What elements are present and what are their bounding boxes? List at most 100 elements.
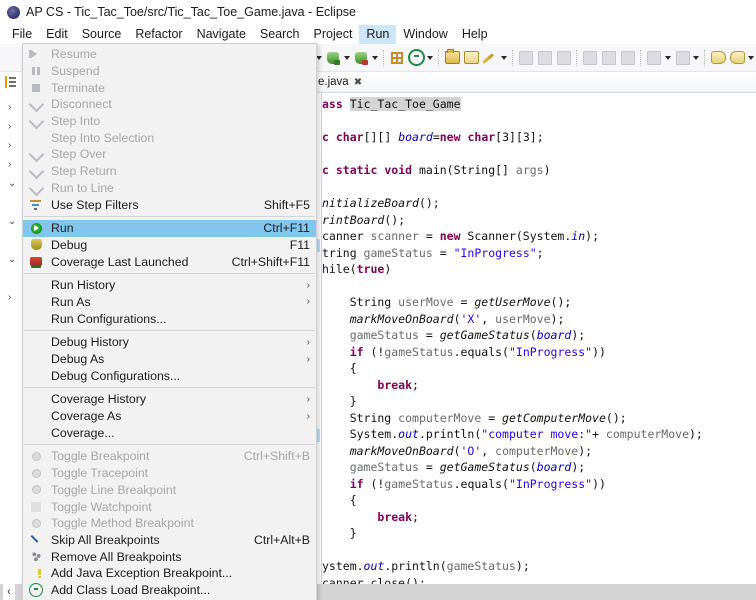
toolbar-new-class-icon[interactable] <box>407 49 425 67</box>
menu-item-step-over: Step Over <box>23 146 316 163</box>
chevron-right-icon[interactable]: › <box>8 136 21 155</box>
menu-item-use-step-filters[interactable]: Use Step Filters Shift+F5 <box>23 196 316 213</box>
scroll-left-icon[interactable]: ‹ <box>3 584 15 600</box>
menu-item-run-as[interactable]: Run As › <box>23 294 316 311</box>
menubar-item-help[interactable]: Help <box>455 25 495 44</box>
chevron-right-icon[interactable]: › <box>8 98 21 117</box>
chevron-down-icon[interactable]: ⌄ <box>8 250 21 269</box>
resume-icon <box>29 47 43 61</box>
chevron-right-icon[interactable]: › <box>300 280 310 291</box>
run-icon <box>23 220 49 236</box>
toolbar-back-icon[interactable] <box>710 49 727 67</box>
code-line: tring gameStatus = "InProgress"; <box>322 245 544 260</box>
chevron-right-icon[interactable]: › <box>300 296 310 307</box>
toolbar-view-disabled-icon[interactable] <box>582 49 599 67</box>
toolbar-search-disabled-icon[interactable] <box>518 49 535 67</box>
editor-tab-active[interactable]: e.java ✖ <box>314 73 366 92</box>
menubar-item-edit[interactable]: Edit <box>39 25 75 44</box>
chevron-down-icon[interactable] <box>499 50 507 66</box>
menu-item-no-icon <box>23 334 49 350</box>
menu-separator <box>24 387 315 389</box>
menu-item-debug-history[interactable]: Debug History › <box>23 334 316 351</box>
menu-item-remove-all-breakpoints[interactable]: Remove All Breakpoints <box>23 548 316 565</box>
toolbar-new-java-grid-icon[interactable] <box>389 49 406 67</box>
chevron-down-icon[interactable]: ⌄ <box>8 174 21 193</box>
toolbar-next-annotation-icon[interactable] <box>674 49 691 67</box>
toolbar-panel-disabled-icon[interactable] <box>601 49 618 67</box>
coverage-icon <box>355 51 369 65</box>
menu-item-run-configurations[interactable]: Run Configurations... <box>23 310 316 327</box>
chevron-down-icon[interactable] <box>747 50 755 66</box>
menu-item-label: Step Over <box>51 147 107 162</box>
menubar-item-navigate[interactable]: Navigate <box>190 25 253 44</box>
menu-item-no-icon <box>23 277 49 293</box>
chevron-down-icon[interactable] <box>426 50 434 66</box>
chevron-down-icon[interactable] <box>371 50 379 66</box>
chevron-right-icon[interactable]: › <box>300 394 310 405</box>
menu-item-add-class-load-breakpoint[interactable]: Add Class Load Breakpoint... <box>23 582 316 599</box>
toolbar-lightning-disabled-icon[interactable] <box>536 49 553 67</box>
menu-item-coverage-last-launched[interactable]: Coverage Last Launched Ctrl+Shift+F11 <box>23 253 316 270</box>
chevron-down-icon[interactable]: ⌄ <box>8 212 21 231</box>
menu-item-skip-all-breakpoints[interactable]: Skip All Breakpoints Ctrl+Alt+B <box>23 532 316 549</box>
chevron-right-icon[interactable]: › <box>300 411 310 422</box>
run-menu-dropdown[interactable]: Resume Suspend Terminate Disconnect Step Int… <box>22 43 317 600</box>
chevron-down-icon[interactable] <box>692 50 700 66</box>
menu-item-label: Add Class Load Breakpoint... <box>51 582 211 597</box>
code-line: gameStatus = getGameStatus(board); <box>349 328 586 342</box>
java-exception-breakpoint-icon <box>31 568 42 579</box>
menubar-item-file[interactable]: File <box>5 25 39 44</box>
chevron-right-icon[interactable]: › <box>300 354 310 365</box>
menu-item-add-java-exception-breakpoint[interactable]: Add Java Exception Breakpoint... <box>23 565 316 582</box>
toolbar-annotation-icon[interactable] <box>646 49 663 67</box>
chevron-right-icon[interactable]: › <box>8 155 21 174</box>
code-line: hile(true) <box>322 262 392 276</box>
menu-item-label: Toggle Breakpoint <box>51 449 150 464</box>
code-line: System.out.println("computer move:"+ com… <box>322 427 703 441</box>
menubar-item-refactor[interactable]: Refactor <box>128 25 189 44</box>
menubar-item-window[interactable]: Window <box>396 25 454 44</box>
chevron-right-icon[interactable]: › <box>300 337 310 348</box>
menu-item-label: Step Into <box>51 114 101 129</box>
code-content[interactable]: ass Tic_Tac_Toe_Game c char[][] board=new… <box>322 93 756 584</box>
toolbar-debug-icon[interactable] <box>325 49 342 67</box>
terminate-icon <box>29 81 43 95</box>
toolbar-coverage-icon[interactable] <box>353 49 370 67</box>
toolbar-open-folder-icon[interactable] <box>444 49 461 67</box>
menu-item-coverage[interactable]: Coverage... <box>23 424 316 441</box>
menu-item-resume: Resume <box>23 46 316 63</box>
menubar-item-search[interactable]: Search <box>253 25 307 44</box>
chevron-right-icon[interactable]: › <box>8 117 21 136</box>
step-into-icon <box>29 114 43 128</box>
menu-bar: File Edit Source Refactor Navigate Search Proj… <box>0 24 756 44</box>
menu-item-run[interactable]: Run Ctrl+F11 <box>23 219 316 237</box>
toolbar-quick-fix-wand-icon[interactable] <box>482 49 499 67</box>
toolbar-forward-icon[interactable] <box>729 49 746 67</box>
menu-item-coverage-as[interactable]: Coverage As › <box>23 408 316 425</box>
menu-item-debug[interactable]: Debug F11 <box>23 237 316 254</box>
code-line: if (!gameStatus.equals("InProgress")) <box>349 344 606 359</box>
toolbar-marker-disabled-icon[interactable] <box>555 49 572 67</box>
menubar-item-project[interactable]: Project <box>307 25 360 44</box>
chevron-right-icon[interactable]: › <box>8 288 21 307</box>
close-icon[interactable]: ✖ <box>354 77 362 88</box>
code-line: String userMove = getUserMove(); <box>322 295 572 309</box>
menu-item-run-history[interactable]: Run History › <box>23 277 316 294</box>
code-line: rintBoard(); <box>322 212 406 227</box>
view-disabled-icon <box>583 50 598 65</box>
menu-separator <box>24 330 315 331</box>
editor-body[interactable]: ass Tic_Tac_Toe_Game c char[][] board=new… <box>312 93 756 584</box>
method-breakpoint-icon <box>31 518 41 528</box>
toolbar-separator <box>704 49 706 66</box>
menu-item-debug-configurations[interactable]: Debug Configurations... <box>23 367 316 384</box>
chevron-down-icon[interactable] <box>343 50 351 66</box>
menubar-item-source[interactable]: Source <box>75 25 129 44</box>
menu-item-debug-as[interactable]: Debug As › <box>23 351 316 368</box>
toolbar-folder-icon[interactable] <box>463 49 480 67</box>
toolbar-table-disabled-icon[interactable] <box>619 49 636 67</box>
line-breakpoint-icon <box>31 485 41 495</box>
menu-item-coverage-history[interactable]: Coverage History › <box>23 391 316 408</box>
chevron-down-icon[interactable] <box>664 50 672 66</box>
menubar-item-run[interactable]: Run <box>359 24 397 44</box>
